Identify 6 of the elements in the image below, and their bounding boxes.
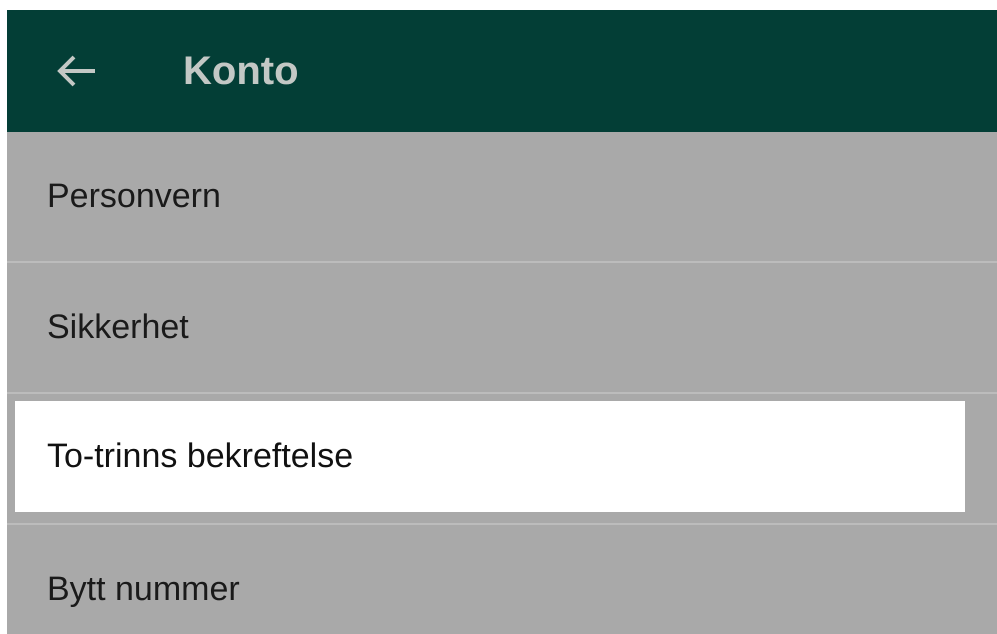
menu-item[interactable]: Bytt nummer	[7, 525, 997, 634]
menu-item[interactable]: To-trinns bekreftelse	[15, 401, 965, 512]
screen-title: Konto	[183, 48, 299, 94]
menu-item[interactable]: Personvern	[7, 132, 997, 261]
menu-item[interactable]: Sikkerhet	[7, 263, 997, 392]
back-arrow-icon	[55, 54, 97, 88]
